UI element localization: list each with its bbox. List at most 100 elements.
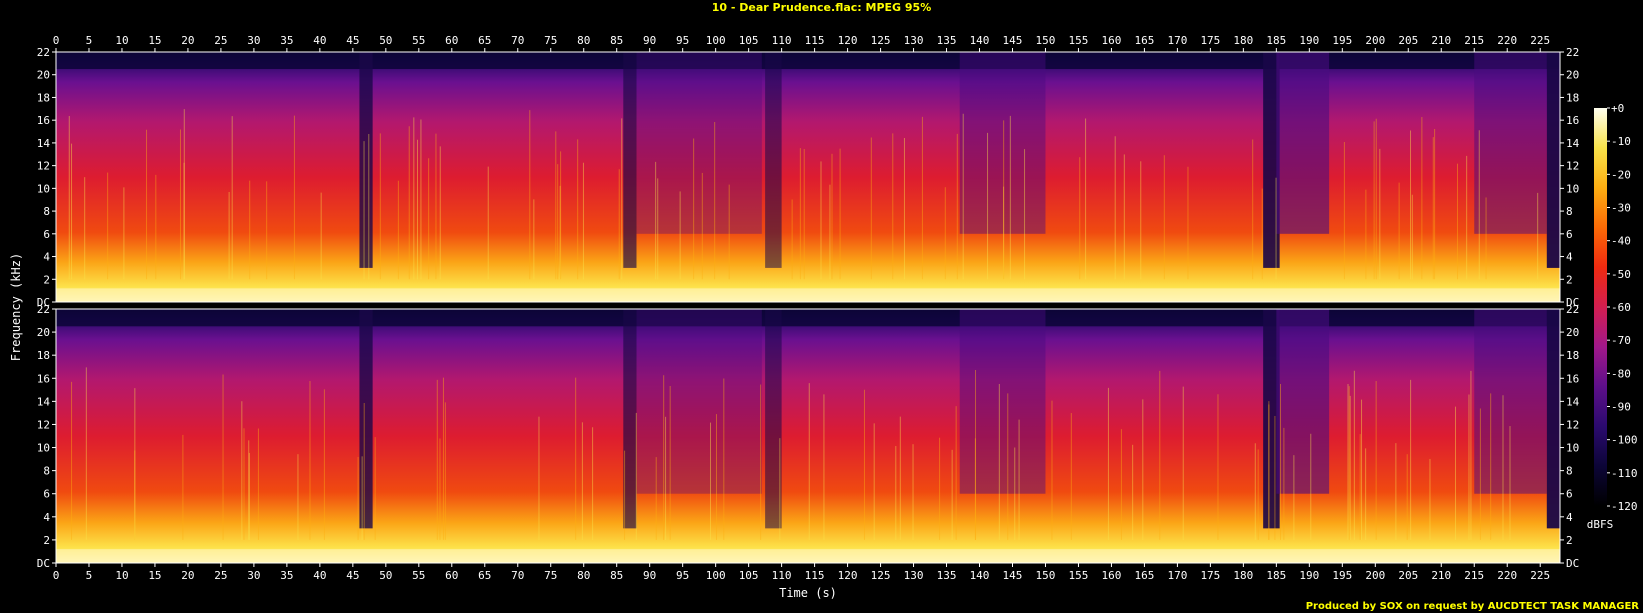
y-tick-label-right: 4 bbox=[1566, 511, 1573, 524]
x-axis-label: Time (s) bbox=[779, 586, 837, 600]
y-tick-label-right: 12 bbox=[1566, 418, 1579, 431]
channel-2-cutoff-band bbox=[56, 309, 1560, 327]
x-tick-label-bottom: 140 bbox=[970, 569, 990, 582]
colorbar-tick-label: -50 bbox=[1611, 268, 1631, 281]
channel-2-quiet-gap bbox=[359, 309, 373, 529]
y-tick-label-right: 10 bbox=[1566, 442, 1579, 455]
x-tick-label-top: 130 bbox=[904, 34, 924, 47]
y-tick-label-right: 6 bbox=[1566, 228, 1573, 241]
x-tick-label-top: 80 bbox=[577, 34, 590, 47]
y-tick-label-left: 2 bbox=[43, 534, 50, 547]
y-tick-label-left: 16 bbox=[37, 372, 50, 385]
x-tick-label-top: 60 bbox=[445, 34, 458, 47]
channel-2-soft-region bbox=[636, 309, 762, 494]
x-tick-label-top: 5 bbox=[86, 34, 93, 47]
colorbar-tick-label: -40 bbox=[1611, 235, 1631, 248]
x-tick-label-top: 20 bbox=[181, 34, 194, 47]
x-tick-label-top: 100 bbox=[706, 34, 726, 47]
x-tick-label-top: 170 bbox=[1167, 34, 1187, 47]
x-tick-label-bottom: 40 bbox=[313, 569, 326, 582]
y-tick-label-left: 12 bbox=[37, 418, 50, 431]
spectrogram-chart: DC DC2 24 46 68 810 1012 1214 1416 1618 1820 2022 22… bbox=[9, 34, 1638, 600]
x-tick-label-top: 110 bbox=[772, 34, 792, 47]
y-tick-label-left: 14 bbox=[37, 395, 51, 408]
y-tick-label-right: 16 bbox=[1566, 114, 1579, 127]
colorbar-tick-label: -20 bbox=[1611, 168, 1631, 181]
x-tick-label-bottom: 185 bbox=[1266, 569, 1286, 582]
y-tick-label-right: 20 bbox=[1566, 69, 1579, 82]
x-tick-label-bottom: 25 bbox=[214, 569, 227, 582]
x-tick-label-top: 205 bbox=[1398, 34, 1418, 47]
y-tick-label-right: 22 bbox=[1566, 46, 1579, 59]
x-tick-label-top: 200 bbox=[1365, 34, 1385, 47]
x-tick-label-bottom: 75 bbox=[544, 569, 557, 582]
x-tick-label-bottom: 90 bbox=[643, 569, 656, 582]
y-tick-label-right: 2 bbox=[1566, 534, 1573, 547]
channel-2-soft-region bbox=[959, 309, 1046, 494]
x-tick-label-bottom: 175 bbox=[1200, 569, 1220, 582]
x-tick-label-bottom: 120 bbox=[838, 569, 858, 582]
y-tick-label-right: 2 bbox=[1566, 273, 1573, 286]
x-tick-label-bottom: 15 bbox=[148, 569, 161, 582]
x-tick-label-bottom: 95 bbox=[676, 569, 689, 582]
colorbar-tick-label: -120 bbox=[1611, 500, 1638, 513]
y-tick-label-right: 14 bbox=[1566, 137, 1580, 150]
colorbar-label: dBFS bbox=[1587, 518, 1614, 531]
x-tick-label-bottom: 100 bbox=[706, 569, 726, 582]
x-tick-label-top: 25 bbox=[214, 34, 227, 47]
y-tick-label-left: 10 bbox=[37, 442, 50, 455]
x-tick-label-bottom: 190 bbox=[1299, 569, 1319, 582]
x-tick-label-bottom: 220 bbox=[1497, 569, 1517, 582]
x-tick-label-top: 55 bbox=[412, 34, 425, 47]
x-tick-label-top: 70 bbox=[511, 34, 524, 47]
y-tick-label-left: 6 bbox=[43, 228, 50, 241]
channel-1-soft-region bbox=[1474, 52, 1547, 234]
x-tick-label-bottom: 20 bbox=[181, 569, 194, 582]
channel-2-quiet-gap bbox=[623, 309, 637, 529]
x-tick-label-bottom: 145 bbox=[1003, 569, 1023, 582]
x-tick-label-bottom: 110 bbox=[772, 569, 792, 582]
x-tick-label-top: 65 bbox=[478, 34, 491, 47]
y-tick-label-right: 22 bbox=[1566, 303, 1579, 316]
x-tick-label-top: 85 bbox=[610, 34, 623, 47]
x-tick-label-top: 10 bbox=[115, 34, 128, 47]
channel-1-quiet-gap bbox=[359, 52, 373, 268]
y-tick-label-right: 18 bbox=[1566, 91, 1579, 104]
y-tick-label-left: 22 bbox=[37, 303, 50, 316]
x-tick-label-top: 105 bbox=[739, 34, 759, 47]
y-tick-label-right: DC bbox=[1566, 557, 1579, 570]
colorbar-tick-label: -100 bbox=[1611, 434, 1638, 447]
y-tick-label-left: 6 bbox=[43, 488, 50, 501]
y-tick-label-right: 6 bbox=[1566, 488, 1573, 501]
x-tick-label-bottom: 170 bbox=[1167, 569, 1187, 582]
y-tick-label-right: 18 bbox=[1566, 349, 1579, 362]
x-tick-label-top: 220 bbox=[1497, 34, 1517, 47]
x-tick-label-bottom: 70 bbox=[511, 569, 524, 582]
x-tick-label-top: 150 bbox=[1036, 34, 1056, 47]
x-tick-label-top: 45 bbox=[346, 34, 359, 47]
x-tick-label-top: 35 bbox=[280, 34, 293, 47]
x-tick-label-top: 160 bbox=[1102, 34, 1122, 47]
colorbar-tick-label: -10 bbox=[1611, 135, 1631, 148]
x-tick-label-top: 120 bbox=[838, 34, 858, 47]
x-tick-label-top: 95 bbox=[676, 34, 689, 47]
y-tick-label-left: 8 bbox=[43, 465, 50, 478]
x-tick-label-top: 75 bbox=[544, 34, 557, 47]
x-tick-label-bottom: 85 bbox=[610, 569, 623, 582]
y-tick-label-left: 20 bbox=[37, 69, 50, 82]
x-tick-label-bottom: 130 bbox=[904, 569, 924, 582]
channel-1-spectrum bbox=[56, 52, 1560, 302]
x-tick-label-bottom: 55 bbox=[412, 569, 425, 582]
x-tick-label-bottom: 125 bbox=[871, 569, 891, 582]
x-tick-label-top: 140 bbox=[970, 34, 990, 47]
x-tick-label-top: 50 bbox=[379, 34, 392, 47]
y-tick-label-left: DC bbox=[37, 557, 50, 570]
y-tick-label-left: 18 bbox=[37, 91, 50, 104]
x-tick-label-bottom: 35 bbox=[280, 569, 293, 582]
colorbar-tick-label: -70 bbox=[1611, 334, 1631, 347]
y-tick-label-left: 20 bbox=[37, 326, 50, 339]
x-tick-label-bottom: 160 bbox=[1102, 569, 1122, 582]
x-tick-label-top: 175 bbox=[1200, 34, 1220, 47]
x-tick-label-bottom: 155 bbox=[1069, 569, 1089, 582]
x-tick-label-bottom: 215 bbox=[1464, 569, 1484, 582]
